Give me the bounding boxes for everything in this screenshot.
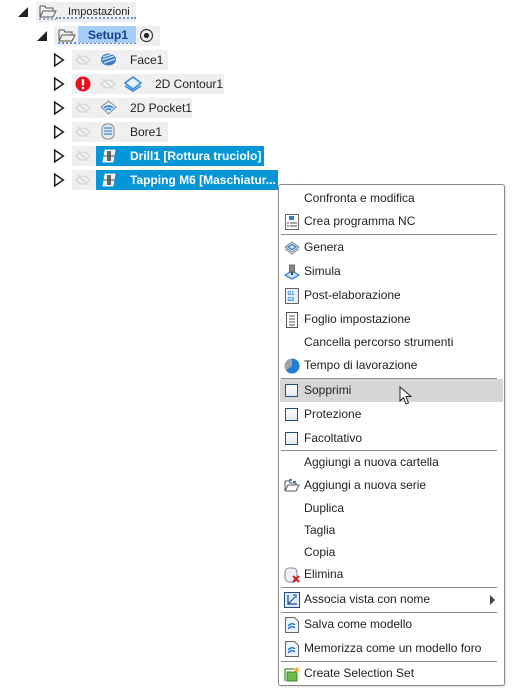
radio-dot-icon[interactable] <box>139 28 154 43</box>
nc-program-icon <box>285 214 299 230</box>
menu-item-simulate[interactable]: Simula <box>280 260 503 283</box>
menu-item-label: Post-elaborazione <box>304 288 401 302</box>
checkbox-icon[interactable] <box>285 408 298 421</box>
menu-item-optional[interactable]: Facoltativo <box>280 427 503 450</box>
menu-item-label: Genera <box>304 240 345 254</box>
expand-triangle-icon[interactable] <box>53 53 65 67</box>
folder-icon <box>39 5 57 20</box>
menu-item-label: Confronta e modifica <box>304 191 415 205</box>
eye-hidden-icon[interactable] <box>75 150 91 162</box>
menu-item-compare-edit[interactable]: Confronta e modifica <box>280 187 503 210</box>
checkbox-icon[interactable] <box>285 384 298 397</box>
eye-hidden-icon[interactable] <box>75 126 91 138</box>
named-view-icon <box>284 592 300 608</box>
expand-triangle-icon[interactable] <box>53 173 65 187</box>
menu-item-duplicate[interactable]: Duplica <box>280 497 503 520</box>
checkbox-icon[interactable] <box>285 432 298 445</box>
menu-separator <box>281 234 497 235</box>
tree-node-root-label: Impostazioni <box>68 6 130 18</box>
collapse-triangle-icon[interactable] <box>36 29 48 43</box>
menu-item-clear-toolpath[interactable]: Cancella percorso strumenti <box>280 331 503 354</box>
template-icon <box>285 617 299 633</box>
menu-item-associate-named-view[interactable]: Associa vista con nome <box>280 588 503 611</box>
simulate-icon <box>284 264 300 280</box>
generate-icon <box>284 241 300 255</box>
face-op-icon <box>101 53 116 66</box>
menu-item-label: Simula <box>304 264 341 278</box>
post-process-icon: G1G2 <box>285 288 299 304</box>
menu-item-label: Cancella percorso strumenti <box>304 335 454 349</box>
eye-hidden-icon[interactable] <box>75 102 91 114</box>
expand-triangle-icon[interactable] <box>53 101 65 115</box>
expand-triangle-icon[interactable] <box>53 77 65 91</box>
menu-item-store-as-hole-template[interactable]: Memorizza come un modello foro <box>280 637 503 660</box>
tree-node-operation-label: Tapping M6 [Maschiatur... <box>130 173 276 187</box>
contour-op-icon <box>124 76 142 92</box>
tree-node-operation-label: Bore1 <box>130 125 163 139</box>
menu-item-label: Duplica <box>304 501 345 515</box>
drill-op-icon <box>102 173 116 187</box>
menu-item-cut[interactable]: Taglia <box>280 519 503 542</box>
error-icon[interactable] <box>75 76 91 92</box>
expand-triangle-icon[interactable] <box>53 125 65 139</box>
menu-item-label: Crea programma NC <box>304 214 416 228</box>
pocket-op-icon <box>100 100 117 115</box>
selection-set-icon <box>284 666 300 682</box>
context-menu: Confronta e modifica Crea programma NC G… <box>278 184 505 686</box>
eye-hidden-icon[interactable] <box>100 78 116 90</box>
menu-item-label: Salva come modello <box>304 617 413 631</box>
menu-item-label: Memorizza come un modello foro <box>304 641 482 655</box>
menu-item-copy[interactable]: Copia <box>280 541 503 564</box>
menu-item-save-as-template[interactable]: Salva come modello <box>280 613 503 636</box>
tree-node-operation-label: 2D Pocket1 <box>130 101 193 115</box>
menu-item-label: Associa vista con nome <box>304 592 431 606</box>
menu-item-post-process[interactable]: G1 G2 Post-elaborazione <box>280 284 503 307</box>
svg-text:G2: G2 <box>288 297 295 303</box>
drill-op-icon <box>102 149 116 163</box>
tree-node-setup-label: Setup1 <box>88 28 129 42</box>
eye-hidden-icon[interactable] <box>75 174 91 186</box>
submenu-arrow-icon <box>490 595 495 605</box>
menu-item-label: Aggiungi a nuova serie <box>304 478 427 492</box>
eye-hidden-icon[interactable] <box>75 54 91 66</box>
machining-time-icon <box>284 358 300 374</box>
menu-item-label: Create Selection Set <box>304 666 415 680</box>
tree-node-operation-label: Face1 <box>130 53 164 67</box>
expand-triangle-icon[interactable] <box>53 149 65 163</box>
menu-item-add-to-new-pattern[interactable]: Aggiungi a nuova serie <box>280 474 503 497</box>
menu-item-create-selection-set[interactable]: Create Selection Set <box>280 662 503 685</box>
setup-sheet-icon <box>286 312 298 328</box>
delete-icon <box>284 567 300 583</box>
tree-node-operation-label: Drill1 [Rottura truciolo] <box>130 149 262 163</box>
menu-item-label: Copia <box>304 545 336 559</box>
new-pattern-icon <box>284 479 300 492</box>
menu-item-label: Facoltativo <box>304 431 363 445</box>
menu-item-label: Protezione <box>304 407 362 421</box>
menu-item-generate[interactable]: Genera <box>280 236 503 259</box>
template-icon <box>285 641 299 657</box>
tree-node-operation-label: 2D Contour1 <box>155 77 224 91</box>
menu-item-create-nc-program[interactable]: Crea programma NC <box>280 210 503 233</box>
menu-item-add-to-new-folder[interactable]: Aggiungi a nuova cartella <box>280 451 503 474</box>
menu-item-label: Sopprimi <box>304 383 352 397</box>
collapse-triangle-icon[interactable] <box>17 5 29 19</box>
menu-item-label: Aggiungi a nuova cartella <box>304 455 439 469</box>
menu-item-suppress[interactable]: Sopprimi <box>280 379 503 405</box>
menu-item-protect[interactable]: Protezione <box>280 403 503 426</box>
menu-item-label: Taglia <box>304 523 336 537</box>
menu-item-label: Tempo di lavorazione <box>304 358 418 372</box>
menu-item-machining-time[interactable]: Tempo di lavorazione <box>280 354 503 377</box>
menu-item-label: Foglio impostazione <box>304 312 411 326</box>
menu-item-delete[interactable]: Elimina <box>280 563 503 586</box>
bore-op-icon <box>101 123 115 140</box>
menu-item-setup-sheet[interactable]: Foglio impostazione <box>280 308 503 331</box>
menu-item-label: Elimina <box>304 567 344 581</box>
